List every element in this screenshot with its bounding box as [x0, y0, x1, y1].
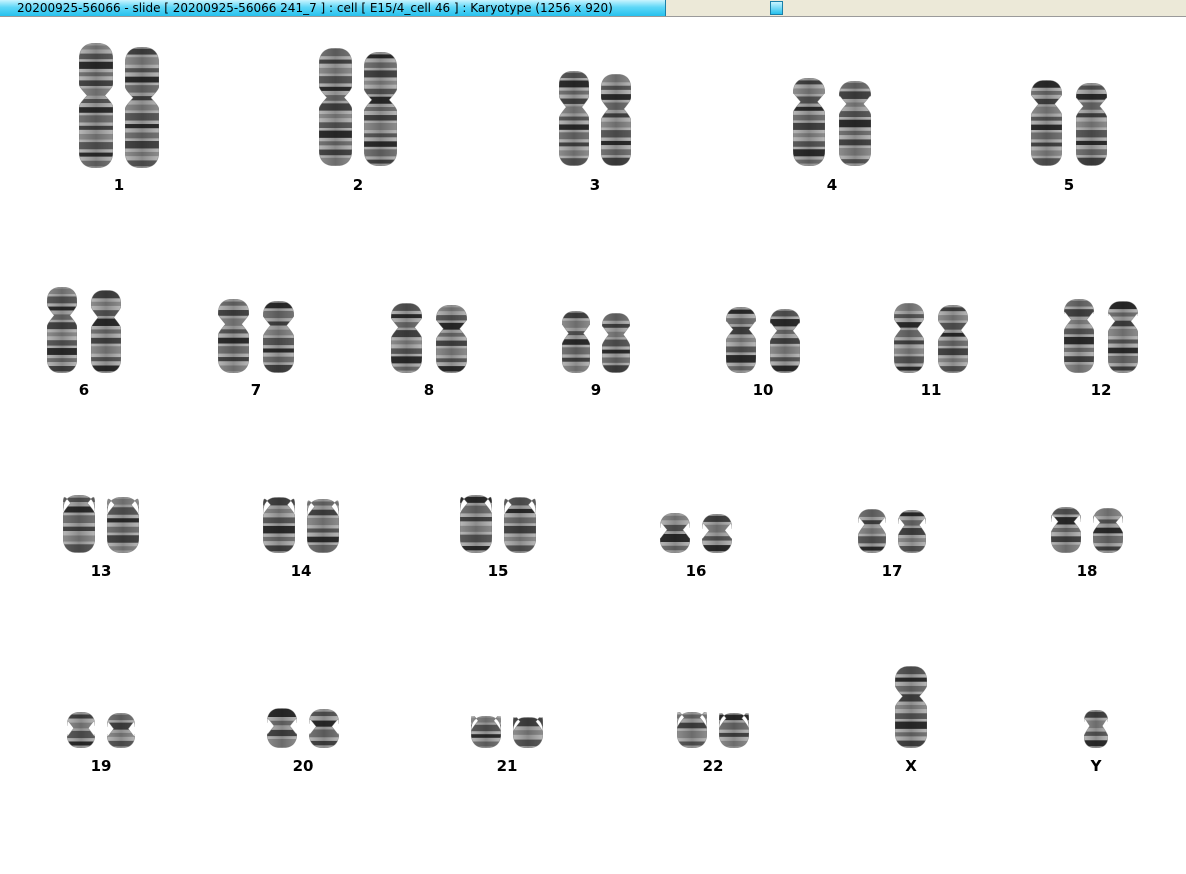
chromosome-2-a[interactable] [318, 47, 353, 167]
chromosome-6-b[interactable] [90, 289, 122, 374]
chromosome-17-a[interactable] [857, 508, 887, 554]
chromosome-pair-2[interactable] [318, 47, 398, 167]
chromosome-label-4: 4 [826, 176, 838, 194]
chromosome-22-b[interactable] [718, 712, 750, 749]
chromosome-label-3: 3 [589, 176, 601, 194]
chromosome-2-b[interactable] [363, 51, 398, 167]
chromosome-label-5: 5 [1063, 176, 1075, 194]
title-bar-scroll-marker[interactable] [770, 1, 783, 15]
chromosome-pair-6[interactable] [46, 286, 122, 374]
chromosome-label-8: 8 [423, 381, 435, 399]
chromosome-label-22: 22 [702, 757, 724, 775]
chromosome-8-a[interactable] [390, 302, 423, 374]
chromosome-1-a[interactable] [78, 42, 114, 169]
chromosome-19-b[interactable] [106, 712, 136, 749]
chromosome-pair-10[interactable] [725, 306, 801, 374]
chromosome-label-14: 14 [290, 562, 312, 580]
chromosome-pair-19[interactable] [66, 711, 136, 749]
chromosome-12-a[interactable] [1063, 298, 1095, 374]
chromosome-5-a[interactable] [1030, 79, 1063, 167]
chromosome-9-a[interactable] [561, 310, 591, 374]
chromosome-3-b[interactable] [600, 73, 632, 167]
chromosome-21-a[interactable] [470, 714, 502, 749]
chromosome-label-1: 1 [113, 176, 125, 194]
chromosome-10-a[interactable] [725, 306, 757, 374]
chromosome-4-a[interactable] [792, 77, 826, 167]
chromosome-pair-11[interactable] [893, 302, 969, 374]
chromosome-pair-9[interactable] [561, 310, 631, 374]
chromosome-label-y: Y [1090, 757, 1102, 775]
chromosome-17-b[interactable] [897, 509, 927, 554]
title-segment: 20200925-56066 - slide [ 20200925-56066 … [0, 0, 666, 16]
window-title: 20200925-56066 - slide [ 20200925-56066 … [17, 1, 613, 15]
chromosome-11-a[interactable] [893, 302, 925, 374]
chromosome-pair-x[interactable] [894, 665, 928, 749]
chromosome-pair-3[interactable] [558, 70, 632, 167]
chromosome-pair-14[interactable] [262, 496, 340, 554]
chromosome-pair-20[interactable] [266, 707, 340, 749]
chromosome-label-16: 16 [685, 562, 707, 580]
chromosome-label-7: 7 [250, 381, 262, 399]
chromosome-pair-5[interactable] [1030, 79, 1108, 167]
chromosome-y-a[interactable] [1083, 709, 1109, 749]
chromosome-7-a[interactable] [217, 298, 250, 374]
chromosome-22-a[interactable] [676, 711, 708, 749]
chromosome-label-21: 21 [496, 757, 518, 775]
chromosome-8-b[interactable] [435, 304, 468, 374]
chromosome-4-b[interactable] [838, 80, 872, 167]
chromosome-19-a[interactable] [66, 711, 96, 749]
chromosome-14-a[interactable] [262, 496, 296, 554]
chromosome-pair-y[interactable] [1083, 709, 1109, 749]
chromosome-pair-12[interactable] [1063, 298, 1139, 374]
chromosome-14-b[interactable] [306, 498, 340, 554]
chromosome-3-a[interactable] [558, 70, 590, 167]
chromosome-12-b[interactable] [1107, 300, 1139, 374]
chromosome-21-b[interactable] [512, 715, 544, 749]
chromosome-label-6: 6 [78, 381, 90, 399]
chromosome-x-a[interactable] [894, 665, 928, 749]
chromosome-11-b[interactable] [937, 304, 969, 374]
chromosome-pair-15[interactable] [459, 494, 537, 554]
chromosome-pair-17[interactable] [857, 508, 927, 554]
chromosome-label-x: X [905, 757, 917, 775]
chromosome-pair-21[interactable] [470, 714, 544, 749]
chromosome-label-20: 20 [292, 757, 314, 775]
chromosome-label-2: 2 [352, 176, 364, 194]
chromosome-15-a[interactable] [459, 494, 493, 554]
chromosome-18-a[interactable] [1050, 506, 1082, 554]
chromosome-16-a[interactable] [659, 512, 691, 554]
chromosome-label-9: 9 [590, 381, 602, 399]
chromosome-10-b[interactable] [769, 308, 801, 374]
chromosome-6-a[interactable] [46, 286, 78, 374]
chromosome-13-a[interactable] [62, 494, 96, 554]
chromosome-20-b[interactable] [308, 708, 340, 749]
chromosome-label-13: 13 [90, 562, 112, 580]
chromosome-20-a[interactable] [266, 707, 298, 749]
chromosome-label-11: 11 [920, 381, 942, 399]
chromosome-pair-13[interactable] [62, 494, 140, 554]
chromosome-pair-4[interactable] [792, 77, 872, 167]
chromosome-pair-18[interactable] [1050, 506, 1124, 554]
chromosome-pair-22[interactable] [676, 711, 750, 749]
chromosome-label-10: 10 [752, 381, 774, 399]
chromosome-label-15: 15 [487, 562, 509, 580]
chromosome-13-b[interactable] [106, 496, 140, 554]
chromosome-pair-1[interactable] [78, 42, 160, 169]
chromosome-16-b[interactable] [701, 513, 733, 554]
chromosome-15-b[interactable] [503, 496, 537, 554]
chromosome-label-19: 19 [90, 757, 112, 775]
chromosome-pair-7[interactable] [217, 298, 295, 374]
chromosome-18-b[interactable] [1092, 507, 1124, 554]
chromosome-label-18: 18 [1076, 562, 1098, 580]
chromosome-label-17: 17 [881, 562, 903, 580]
title-bar[interactable]: 20200925-56066 - slide [ 20200925-56066 … [0, 0, 1186, 17]
chromosome-9-b[interactable] [601, 312, 631, 374]
chromosome-5-b[interactable] [1075, 82, 1108, 167]
chromosome-pair-16[interactable] [659, 512, 733, 554]
chromosome-1-b[interactable] [124, 46, 160, 169]
chromosome-7-b[interactable] [262, 300, 295, 374]
chromosome-label-12: 12 [1090, 381, 1112, 399]
chromosome-pair-8[interactable] [390, 302, 468, 374]
